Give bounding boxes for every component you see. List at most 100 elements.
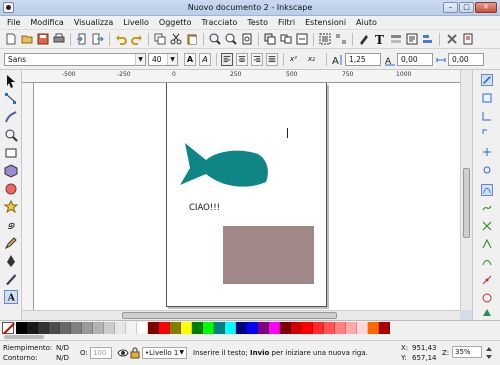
color-swatch[interactable]	[159, 321, 170, 334]
color-swatch[interactable]	[93, 321, 104, 334]
color-swatch[interactable]	[291, 321, 302, 334]
chevron-down-icon[interactable]: ▼	[135, 54, 145, 65]
zoom-input[interactable]: 35%	[452, 346, 482, 358]
export-icon[interactable]	[92, 33, 104, 45]
snap-intersections-icon[interactable]	[481, 220, 493, 232]
color-swatch[interactable]	[60, 321, 71, 334]
color-swatch[interactable]	[302, 321, 313, 334]
document-properties-icon[interactable]	[462, 33, 474, 45]
align-right-icon[interactable]	[251, 53, 263, 66]
line-spacing-input[interactable]: 1,25	[345, 53, 381, 66]
new-document-icon[interactable]	[5, 33, 17, 45]
duplicate-icon[interactable]	[264, 33, 276, 45]
color-swatch[interactable]	[115, 321, 126, 334]
print-icon[interactable]	[53, 33, 65, 45]
drawing-canvas[interactable]: CIAO!!!	[34, 83, 460, 310]
snap-bbox-icon[interactable]	[481, 92, 493, 104]
snap-midpoints-icon[interactable]	[481, 274, 493, 286]
font-family-select[interactable]: Sans ▼	[4, 53, 146, 66]
open-folder-icon[interactable]	[21, 33, 33, 45]
color-swatch[interactable]	[137, 321, 148, 334]
calligraphy-tool-icon[interactable]	[4, 272, 18, 286]
font-size-select[interactable]: 40 ▼	[148, 53, 178, 66]
menu-file[interactable]: File	[6, 18, 21, 27]
menu-oggetto[interactable]: Oggetto	[158, 18, 193, 27]
color-swatch[interactable]	[16, 321, 27, 334]
color-swatch[interactable]	[181, 321, 192, 334]
fish-shape[interactable]	[178, 138, 272, 190]
xml-editor-icon[interactable]	[406, 33, 418, 45]
snap-page-border-icon[interactable]	[481, 306, 493, 318]
menu-livello[interactable]: Livello	[122, 18, 150, 27]
color-swatch[interactable]	[27, 321, 38, 334]
color-swatch[interactable]	[126, 321, 137, 334]
color-swatch[interactable]	[324, 321, 335, 334]
color-swatch[interactable]	[346, 321, 357, 334]
zoom-spinner-icon[interactable]	[485, 346, 493, 360]
menu-modifica[interactable]: Modifica	[29, 18, 64, 27]
zoom-drawing-icon[interactable]	[225, 33, 237, 45]
menu-testo[interactable]: Testo	[246, 18, 269, 27]
color-swatch[interactable]	[335, 321, 346, 334]
preferences-icon[interactable]	[446, 33, 458, 45]
ellipse-tool-icon[interactable]	[4, 182, 18, 196]
clone-icon[interactable]	[280, 33, 292, 45]
paste-icon[interactable]	[186, 33, 198, 45]
vertical-scroll-thumb[interactable]	[463, 168, 470, 238]
color-swatch[interactable]	[104, 321, 115, 334]
snap-cusp-nodes-icon[interactable]	[481, 238, 493, 250]
maximize-button[interactable]: □	[459, 2, 474, 13]
subscript-button[interactable]: x₂	[308, 55, 315, 63]
snap-bbox-corners-icon[interactable]	[481, 128, 493, 140]
menu-aiuto[interactable]: Aiuto	[355, 18, 378, 27]
italic-button[interactable]: A	[199, 53, 211, 66]
color-swatch[interactable]	[368, 321, 379, 334]
snap-bbox-edges-icon[interactable]	[481, 110, 493, 122]
word-spacing-input[interactable]: 0,00	[448, 53, 484, 66]
snap-nodes-icon[interactable]	[481, 184, 493, 196]
eye-icon[interactable]	[117, 347, 129, 359]
menu-visualizza[interactable]: Visualizza	[73, 18, 114, 27]
layers-icon[interactable]	[390, 33, 402, 45]
tweak-tool-icon[interactable]	[4, 110, 18, 124]
align-distribute-icon[interactable]	[422, 33, 434, 45]
color-swatch[interactable]	[236, 321, 247, 334]
snap-bbox-centers-icon[interactable]	[481, 164, 493, 176]
color-swatch[interactable]	[258, 321, 269, 334]
undo-icon[interactable]	[115, 33, 127, 45]
color-swatch[interactable]	[38, 321, 49, 334]
pen-tool-icon[interactable]	[4, 254, 18, 268]
align-center-icon[interactable]	[236, 53, 248, 66]
lock-icon[interactable]	[130, 347, 140, 359]
chevron-down-icon[interactable]: ▼	[167, 54, 177, 65]
color-swatch[interactable]	[82, 321, 93, 334]
palette-scroll-thumb[interactable]	[4, 335, 44, 339]
menu-estensioni[interactable]: Estensioni	[304, 18, 347, 27]
color-swatch[interactable]	[170, 321, 181, 334]
import-icon[interactable]	[76, 33, 88, 45]
rectangle-shape[interactable]	[223, 226, 314, 284]
color-swatch[interactable]	[313, 321, 324, 334]
superscript-button[interactable]: x²	[290, 55, 297, 63]
minimize-button[interactable]: –	[443, 2, 458, 13]
color-swatch[interactable]	[247, 321, 258, 334]
text-font-icon[interactable]: T	[374, 33, 386, 45]
fill-stroke-icon[interactable]	[358, 33, 370, 45]
color-swatch[interactable]	[280, 321, 291, 334]
group-icon[interactable]	[319, 33, 331, 45]
cut-icon[interactable]	[170, 33, 182, 45]
menu-tracciato[interactable]: Tracciato	[200, 18, 238, 27]
star-tool-icon[interactable]	[4, 200, 18, 214]
save-icon[interactable]	[37, 33, 49, 45]
bold-button[interactable]: A	[184, 53, 196, 66]
color-swatch[interactable]	[148, 321, 159, 334]
ciao-text[interactable]: CIAO!!!	[189, 203, 220, 213]
color-swatch[interactable]	[357, 321, 368, 334]
color-swatch[interactable]	[225, 321, 236, 334]
color-swatch[interactable]	[269, 321, 280, 334]
zoom-page-icon[interactable]	[241, 33, 253, 45]
node-tool-icon[interactable]	[4, 92, 18, 106]
redo-icon[interactable]	[131, 33, 143, 45]
chevron-down-icon[interactable]: ▼	[179, 348, 184, 358]
unlink-clone-icon[interactable]	[296, 33, 308, 45]
